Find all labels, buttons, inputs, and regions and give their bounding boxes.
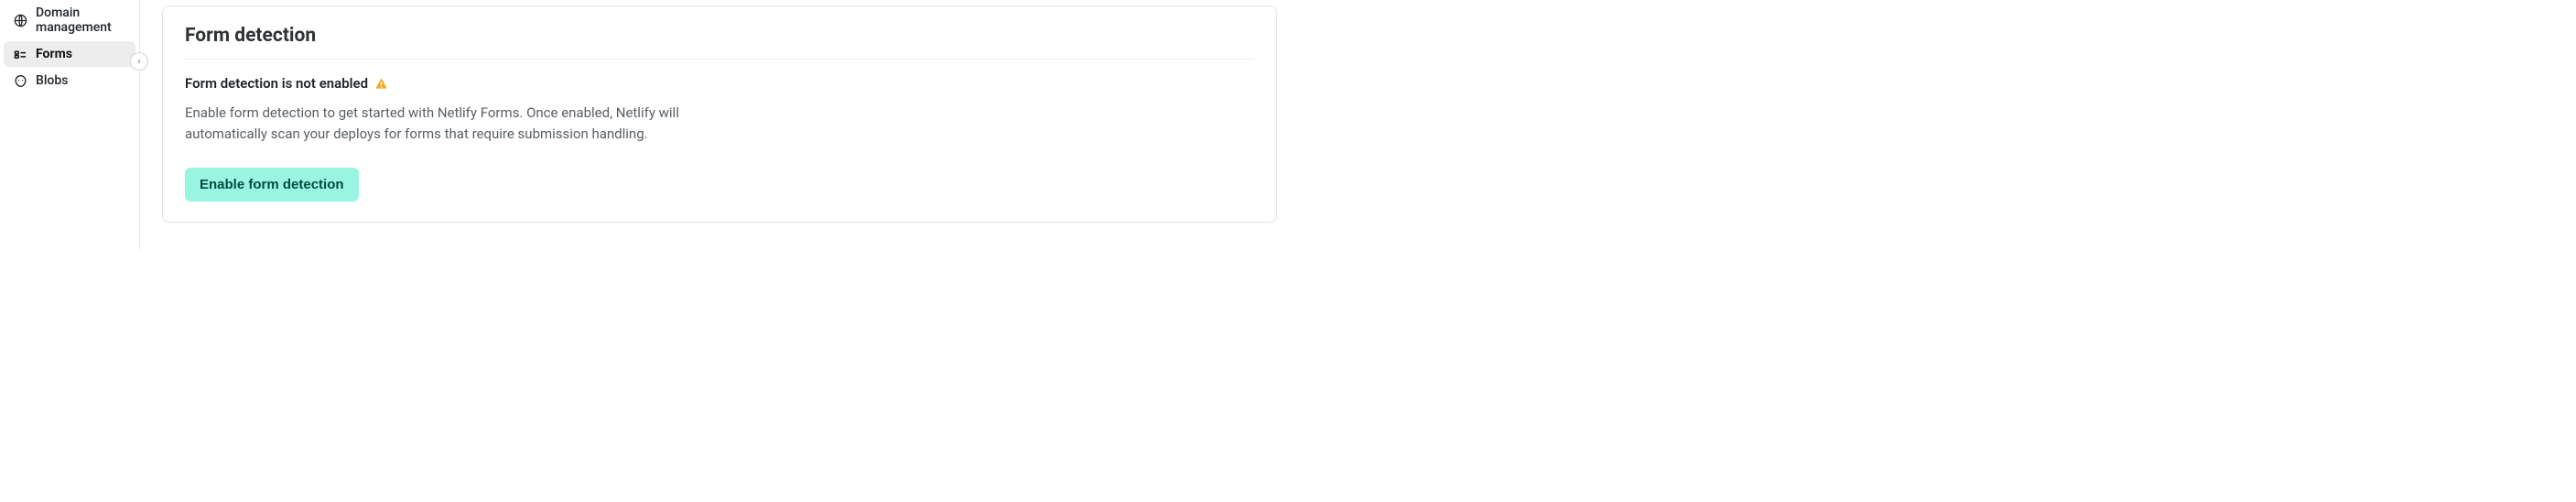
form-detection-description: Enable form detection to get started wit… [185, 103, 698, 146]
sidebar: Domain management Forms [0, 0, 140, 251]
sidebar-item-label: Forms [36, 47, 72, 61]
form-icon [13, 47, 27, 61]
sidebar-item-forms[interactable]: Forms [4, 41, 135, 67]
main-content: Form detection Form detection is not ena… [140, 0, 1288, 251]
chevron-left-icon: ‹ [137, 57, 140, 67]
sidebar-item-label: Blobs [36, 73, 68, 88]
globe-icon [13, 13, 27, 27]
enable-form-detection-button[interactable]: Enable form detection [185, 168, 359, 202]
status-text: Form detection is not enabled [185, 75, 368, 92]
sidebar-collapse-toggle[interactable]: ‹ [130, 52, 148, 71]
sidebar-list: Domain management Forms [0, 0, 139, 93]
sidebar-item-label: Domain management [36, 5, 126, 35]
form-detection-status: Form detection is not enabled [185, 75, 1254, 92]
blob-icon [13, 73, 27, 88]
sidebar-item-blobs[interactable]: Blobs [4, 68, 135, 93]
sidebar-item-domain-management[interactable]: Domain management [4, 0, 135, 40]
warning-icon [374, 77, 388, 91]
form-detection-card: Form detection Form detection is not ena… [162, 5, 1277, 223]
card-title: Form detection [185, 25, 1254, 60]
